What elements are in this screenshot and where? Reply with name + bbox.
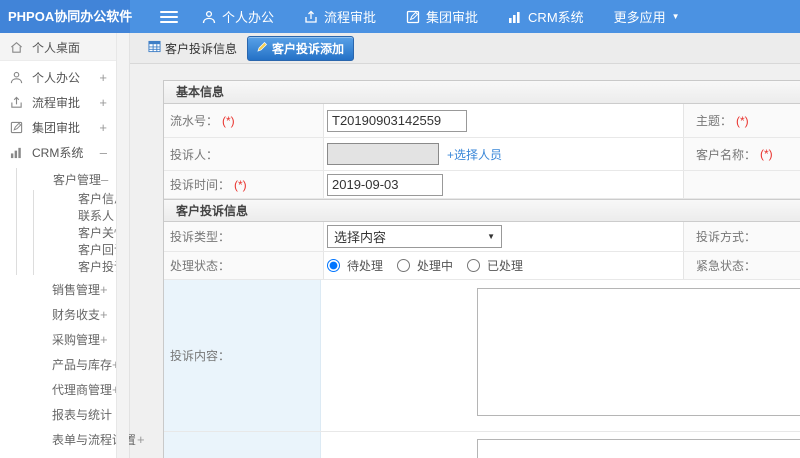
add-edit-icon [257, 41, 268, 55]
topnav-group-approval[interactable]: 集团审批 [406, 7, 478, 26]
complainant-input [327, 143, 439, 165]
serial-label: 流水号： (*) [164, 104, 324, 137]
form-row-complaint-content: 投诉内容： [164, 280, 800, 432]
complaint-time-input[interactable] [327, 173, 443, 196]
sidebar-scrollbar[interactable] [116, 33, 129, 458]
expand-icon[interactable]: + [100, 332, 108, 347]
extra-label [164, 432, 321, 458]
top-bar: PHPOA协同办公软件 个人办公 流程审批 集团审批 CRM系统 更多应用 ▼ [0, 0, 800, 33]
sidebar-item-customer-info[interactable]: 客户信息 [34, 190, 129, 207]
expand-icon[interactable]: + [137, 432, 145, 447]
sidebar-item-group-approval[interactable]: 集团审批 + [0, 115, 129, 140]
form-row-extra [164, 432, 800, 458]
menu-toggle-icon[interactable] [160, 0, 178, 33]
crm-submenu: 客户管理 – 客户信息 联系人 客户关怀 客户回访 客户投诉 [16, 168, 129, 275]
sidebar-item-personal-office[interactable]: 个人办公 + [0, 65, 129, 90]
urgency-label: 紧急状态： [684, 252, 800, 279]
serial-input[interactable] [327, 109, 467, 132]
expand-icon[interactable]: + [99, 95, 107, 110]
user-icon [10, 71, 24, 84]
required-mark: (*) [234, 177, 247, 192]
app-logo: PHPOA协同办公软件 [0, 0, 132, 33]
form-row-complaint-time: 投诉时间： (*) [164, 171, 800, 199]
radio-pending[interactable] [327, 259, 340, 272]
sidebar-item-customer-complaint[interactable]: 客户投诉 [34, 258, 129, 275]
sidebar: 个人桌面 个人办公 + 流程审批 + 集团审批 + CRM系统 – 客户管理 – [0, 33, 145, 458]
form-row-complaint-type: 投诉类型： 选择内容 ▼ 投诉方式： [164, 222, 800, 252]
complaint-method-label: 投诉方式： [684, 222, 800, 251]
tab-bar: 客户投诉信息 客户投诉添加 [130, 33, 800, 64]
expand-icon[interactable]: + [100, 307, 108, 322]
topnav-workflow-approval[interactable]: 流程审批 [304, 7, 376, 26]
collapse-icon[interactable]: – [100, 145, 107, 160]
share-up-icon [304, 10, 318, 24]
expand-icon[interactable]: + [99, 70, 107, 85]
topnav-more-apps[interactable]: 更多应用 ▼ [614, 7, 680, 26]
sidebar-item-agents[interactable]: 代理商管理 + [0, 378, 129, 400]
sidebar-item-crm[interactable]: CRM系统 – [0, 140, 129, 165]
edit-icon [406, 10, 420, 24]
collapse-icon[interactable]: – [101, 172, 108, 187]
complaint-content-label: 投诉内容： [164, 280, 321, 431]
form-row-complainant: 投诉人： +选择人员 客户名称： (*) [164, 138, 800, 171]
caret-down-icon: ▼ [671, 11, 680, 21]
extra-textarea[interactable] [477, 439, 800, 458]
topnav-personal-office[interactable]: 个人办公 [202, 7, 274, 26]
section-complaint-info: 客户投诉信息 [164, 199, 800, 222]
form-row-serial: 流水号：(*) 主题：(*) [164, 104, 800, 138]
sidebar-item-customer-care[interactable]: 客户关怀 [34, 224, 129, 241]
sidebar-item-products-inventory[interactable]: 产品与库存 + [0, 353, 129, 375]
expand-icon[interactable]: + [100, 282, 108, 297]
top-nav: 个人办公 流程审批 集团审批 CRM系统 更多应用 ▼ [202, 0, 680, 33]
tab-complaint-add[interactable]: 客户投诉添加 [247, 35, 355, 61]
select-person-link[interactable]: +选择人员 [447, 146, 502, 163]
table-icon [148, 40, 161, 56]
customer-name-label: 客户名称： (*) [684, 138, 800, 170]
bar-chart-icon [10, 146, 24, 159]
tab-complaint-list[interactable]: 客户投诉信息 [148, 40, 237, 57]
sidebar-item-finance[interactable]: 财务收支 + [0, 303, 129, 325]
sidebar-item-purchasing[interactable]: 采购管理 + [0, 328, 129, 350]
complaint-type-label: 投诉类型： [164, 222, 324, 251]
sidebar-item-reports[interactable]: 报表与统计 [0, 403, 129, 425]
customer-submenu: 客户信息 联系人 客户关怀 客户回访 客户投诉 [33, 190, 129, 275]
complaint-type-select[interactable]: 选择内容 ▼ [327, 225, 502, 248]
complaint-content-textarea[interactable] [477, 288, 800, 416]
required-mark: (*) [222, 113, 235, 128]
sidebar-item-workflow-approval[interactable]: 流程审批 + [0, 90, 129, 115]
section-basic-info: 基本信息 [164, 81, 800, 104]
sidebar-item-form-flow-settings[interactable]: 表单与流程设置 + [0, 428, 145, 450]
expand-icon[interactable]: + [99, 120, 107, 135]
radio-processing[interactable] [397, 259, 411, 272]
share-up-icon [10, 96, 24, 109]
user-icon [202, 10, 216, 24]
subject-label: 主题： (*) [684, 104, 800, 137]
main-content: 客户投诉信息 客户投诉添加 基本信息 流水号：(*) 主题：(*) [130, 33, 800, 458]
form-row-handle-status: 处理状态： 待处理 处理中 已处理 紧急状态： [164, 252, 800, 280]
radio-processed[interactable] [467, 259, 481, 272]
edit-icon [10, 121, 24, 134]
complaint-form: 基本信息 流水号：(*) 主题：(*) 投诉人： [163, 80, 800, 458]
sidebar-item-contacts[interactable]: 联系人 [34, 207, 129, 224]
complainant-label: 投诉人： [164, 138, 324, 170]
complaint-time-label: 投诉时间： (*) [164, 171, 324, 198]
sidebar-item-customer-revisit[interactable]: 客户回访 [34, 241, 129, 258]
sidebar-item-customer-mgmt[interactable]: 客户管理 – [17, 168, 129, 190]
home-icon [10, 41, 24, 54]
sidebar-item-sales-mgmt[interactable]: 销售管理 + [0, 278, 129, 300]
required-mark: (*) [736, 113, 749, 128]
handle-status-radio-group: 待处理 处理中 已处理 [327, 257, 523, 274]
required-mark: (*) [760, 147, 773, 161]
handle-status-label: 处理状态： [164, 252, 324, 279]
caret-down-icon: ▼ [487, 232, 495, 241]
topnav-crm-system[interactable]: CRM系统 [508, 7, 584, 26]
sidebar-item-desktop[interactable]: 个人桌面 [0, 33, 129, 61]
bar-chart-icon [508, 10, 522, 24]
